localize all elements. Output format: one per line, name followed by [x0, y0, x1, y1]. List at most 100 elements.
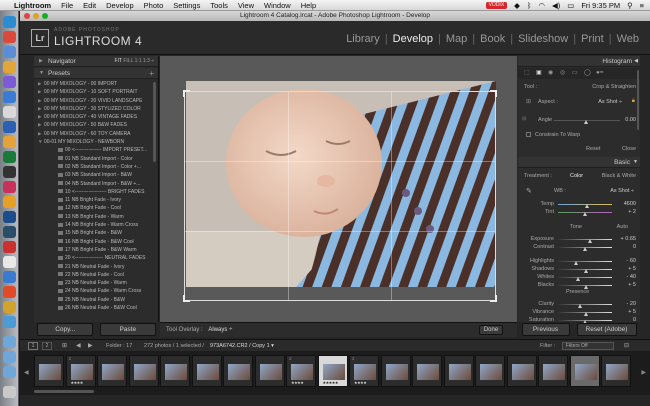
preset-scrollbar[interactable] — [153, 82, 156, 162]
filmstrip-thumbnail[interactable] — [191, 355, 222, 387]
highlights-slider[interactable] — [558, 261, 612, 262]
exposure-slider[interactable] — [558, 239, 612, 240]
adjustment-brush-icon[interactable]: ●━ — [596, 69, 603, 76]
filmstrip-scrollbar[interactable] — [34, 390, 94, 393]
filmstrip-thumbnail[interactable] — [380, 355, 411, 387]
tool-overlay-select[interactable]: Always ÷ — [208, 327, 232, 333]
module-book[interactable]: Book — [475, 33, 510, 45]
menu-photo[interactable]: Photo — [144, 0, 164, 11]
preset-item[interactable]: 21 NB Neutral Fade - Ivory — [34, 263, 159, 271]
photoshop-icon[interactable] — [3, 211, 16, 223]
menu-edit[interactable]: Edit — [83, 0, 96, 11]
filmstrip-thumbnail[interactable]: 2 ★★★★ — [349, 355, 379, 387]
vibrance-slider-knob[interactable] — [583, 312, 588, 316]
menubar-clock[interactable]: Fri 9:35 PM — [581, 0, 620, 11]
exposure-slider-knob[interactable] — [587, 239, 592, 243]
radial-filter-icon[interactable]: ◯ — [584, 69, 591, 76]
module-slideshow[interactable]: Slideshow — [513, 33, 573, 45]
filmstrip-thumbnail[interactable] — [443, 355, 474, 387]
straighten-icon[interactable]: ⊟ — [522, 116, 526, 122]
copy-button[interactable]: Copy... — [37, 323, 94, 336]
battery-icon[interactable]: ▭ — [567, 0, 574, 11]
eyedropper-icon[interactable]: ✎ — [526, 187, 532, 195]
menu-lightroom[interactable]: Lightroom — [14, 0, 51, 11]
preset-item[interactable]: 12 NB Bright Fade - Cool — [34, 204, 159, 212]
crop-overlay[interactable] — [183, 90, 497, 302]
preset-item[interactable]: 17 NB Bright Fade - B&W Warm — [34, 246, 159, 254]
navigator-header[interactable]: ▶ Navigator FIT FILL 1:1 1:3 ÷ — [34, 56, 158, 67]
zoom-1-1[interactable]: 1:1 — [135, 58, 142, 64]
preset-item[interactable]: 11 NB Bright Fade - Ivory — [34, 196, 159, 204]
filmstrip-thumbnail[interactable] — [254, 355, 285, 387]
preset-item[interactable]: 15 NB Bright Fade - B&W — [34, 229, 159, 237]
tint-value[interactable]: + 2 — [628, 209, 636, 215]
preset-item[interactable]: ▶ 00 MY MIXOLOGY - 40 VINTAGE FADES — [34, 113, 159, 121]
disclosure-down-icon[interactable]: ▼ — [38, 138, 42, 146]
list-icon[interactable]: ≡ — [640, 0, 644, 11]
bluetooth-icon[interactable]: ᛒ — [527, 0, 532, 11]
acrobat-icon[interactable] — [3, 241, 16, 253]
zoom-window-icon[interactable] — [42, 13, 48, 19]
filmstrip-thumbnail[interactable] — [569, 355, 600, 387]
disclosure-right-icon[interactable]: ▶ — [38, 97, 41, 105]
done-button[interactable]: Done — [479, 325, 503, 335]
screen-1-button[interactable]: 1 — [28, 342, 38, 350]
blacks-value[interactable]: + 5 — [628, 282, 636, 288]
folder-icon[interactable] — [3, 366, 16, 378]
previous-button[interactable]: Previous — [521, 323, 570, 336]
menu-help[interactable]: Help — [301, 0, 316, 11]
clarity-slider-knob[interactable] — [578, 304, 583, 308]
preset-item[interactable]: ▶ 00 MY MIXOLOGY - 10 SOFT PORTRAIT — [34, 88, 159, 96]
treatment-bw[interactable]: Black & White — [602, 173, 636, 179]
graduated-filter-icon[interactable]: ▭ — [572, 69, 578, 76]
menu-develop[interactable]: Develop — [106, 0, 134, 11]
filmstrip-thumbnail[interactable] — [97, 355, 127, 387]
crop-frame-icon[interactable]: ⊞ — [526, 98, 531, 105]
minimize-window-icon[interactable] — [33, 13, 39, 19]
highlights-slider-knob[interactable] — [574, 261, 579, 265]
app-icon[interactable] — [3, 256, 16, 268]
app-icon[interactable] — [3, 61, 16, 73]
filmstrip-right-arrow-icon[interactable]: ▶ — [641, 369, 646, 376]
preset-item[interactable]: 24 NB Neutral Fade - Warm Cross — [34, 287, 159, 295]
whites-slider[interactable] — [558, 277, 612, 278]
menu-view[interactable]: View — [238, 0, 254, 11]
lock-icon[interactable]: 🔒︎ — [632, 98, 635, 105]
preset-item[interactable]: 01 NB Standard Import - Color — [34, 155, 159, 163]
volume-icon[interactable]: ◀) — [552, 0, 560, 11]
word-icon[interactable] — [3, 121, 16, 133]
preset-item[interactable]: 04 NB Standard Import - B&W +... — [34, 180, 159, 188]
screen-2-button[interactable]: 2 — [42, 342, 52, 350]
dropbox-icon[interactable]: ◆ — [514, 0, 520, 11]
module-print[interactable]: Print — [576, 33, 609, 45]
crop-handle-br[interactable] — [490, 295, 497, 302]
crop-reset-button[interactable]: Reset — [586, 146, 600, 152]
disclosure-right-icon[interactable]: ▶ — [38, 105, 41, 113]
menu-file[interactable]: File — [61, 0, 73, 11]
folder-icon[interactable] — [3, 336, 16, 348]
filmstrip-thumbnail[interactable] — [128, 355, 159, 387]
preset-item[interactable]: 13 NB Bright Fade - Warm — [34, 213, 159, 221]
presets-header[interactable]: ▼ Presets + — [34, 68, 158, 79]
exposure-value[interactable]: + 0.65 — [621, 236, 636, 242]
module-library[interactable]: Library — [341, 33, 385, 45]
preset-item[interactable]: ▶ 00 MY MIXOLOGY - 30 STYLIZED COLOR — [34, 105, 159, 113]
highlights-value[interactable]: - 60 — [627, 258, 636, 264]
paste-button[interactable]: Paste — [99, 323, 156, 336]
filmstrip-thumbnail[interactable] — [506, 355, 537, 387]
preset-item[interactable]: 10 <------------------- BRIGHT FADES — [34, 188, 159, 196]
preset-item[interactable]: 00 <---------------- IMPORT PRESET... — [34, 146, 159, 154]
filmstrip-thumbnail[interactable]: 2 ★★★★ — [286, 355, 316, 387]
add-preset-button[interactable]: + — [149, 68, 154, 79]
preset-item[interactable]: 03 NB Standard Import - B&W — [34, 171, 159, 179]
spot-removal-icon[interactable]: ◉ — [548, 69, 553, 76]
preset-item[interactable]: ▶ 00 MY MIXOLOGY - 60 TOY CAMERA — [34, 130, 159, 138]
preset-item[interactable]: 20 <----------------- NEUTRAL FADES — [34, 254, 159, 262]
itunes-icon[interactable] — [3, 76, 16, 88]
indesign-icon[interactable] — [3, 181, 16, 193]
preset-item[interactable]: 25 NB Neutral Fade - B&W — [34, 296, 159, 304]
disclosure-right-icon[interactable]: ▶ — [38, 113, 41, 121]
zoom-1-3[interactable]: 1:3 ÷ — [143, 58, 154, 64]
whites-value[interactable]: - 40 — [627, 274, 636, 280]
outlook-icon[interactable] — [3, 136, 16, 148]
